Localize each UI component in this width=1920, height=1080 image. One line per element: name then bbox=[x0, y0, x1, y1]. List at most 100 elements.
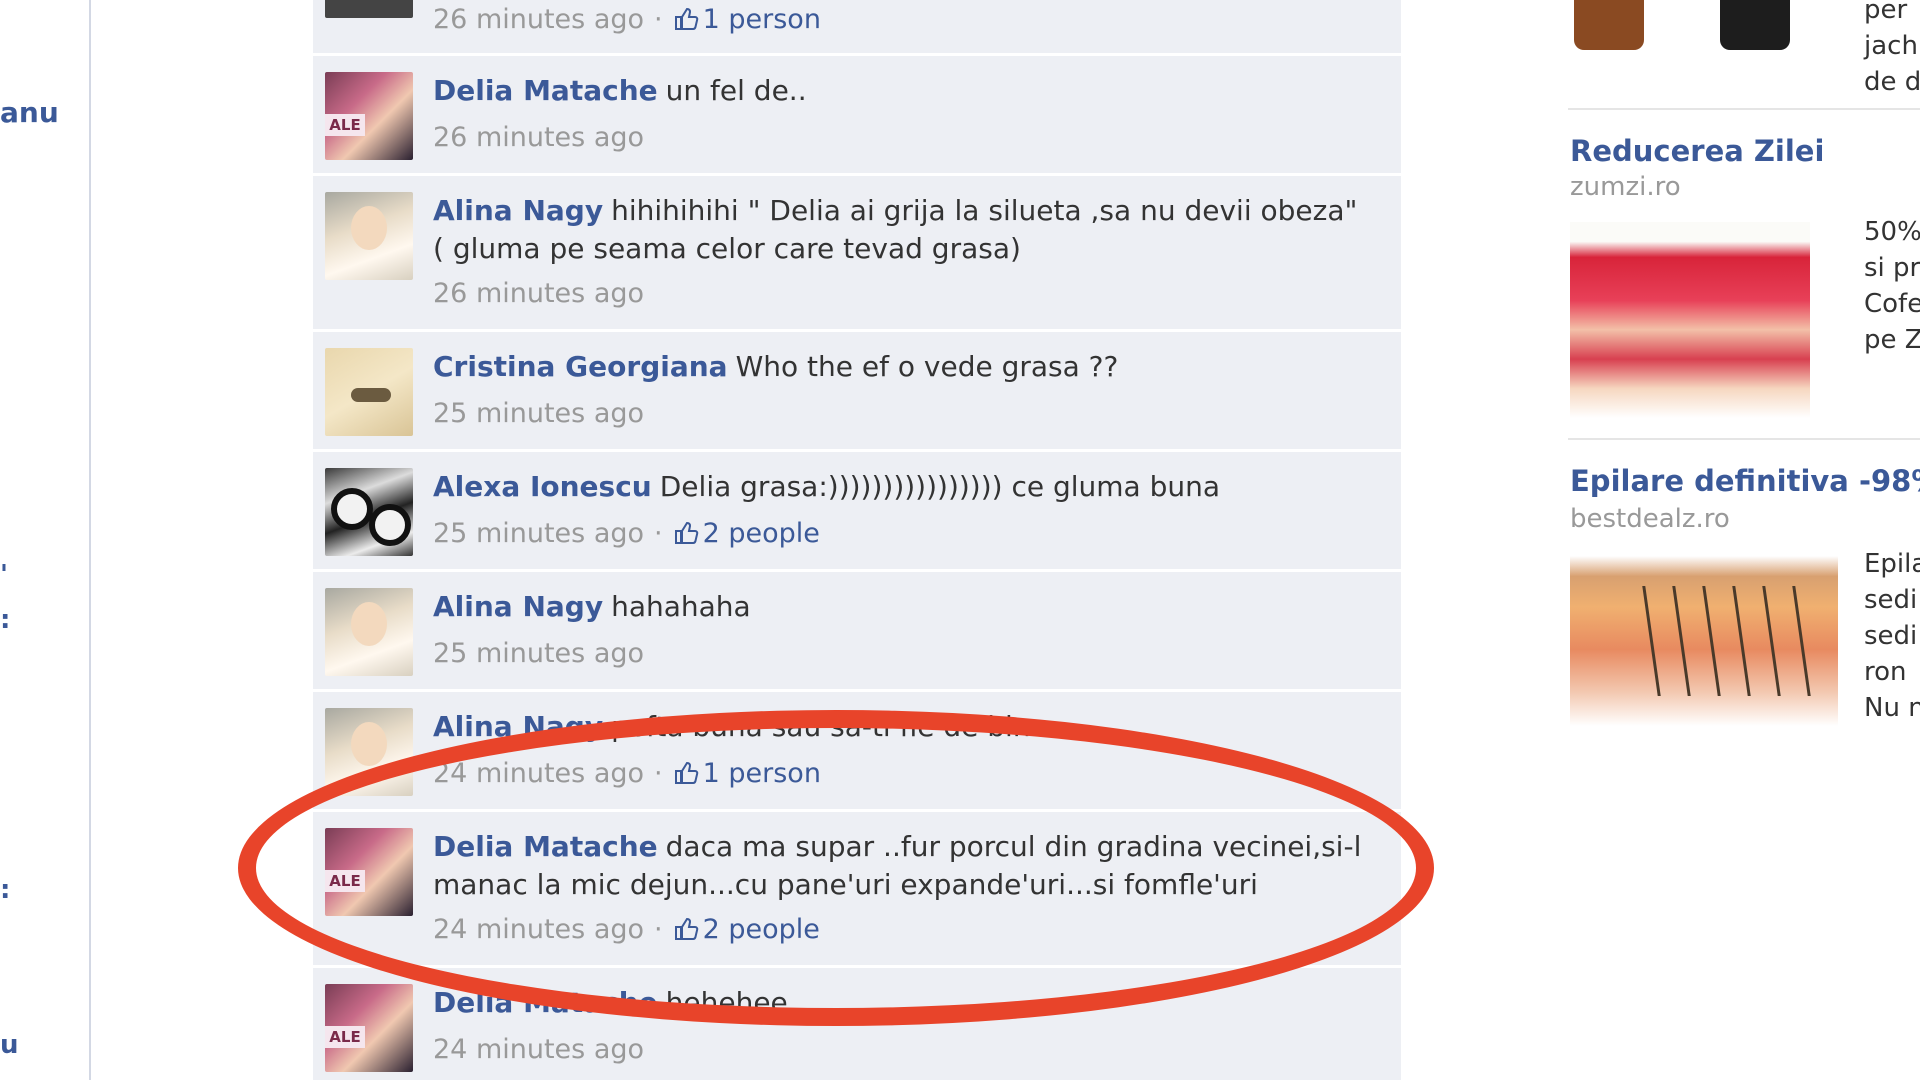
comment-text: Who the ef o vede grasa ?? bbox=[735, 350, 1119, 383]
ad-body-line: ron bbox=[1864, 657, 1907, 687]
like-count: 1 person bbox=[702, 758, 821, 789]
comment-author-link[interactable]: Alina Nagy bbox=[433, 590, 603, 623]
comment-body: Alina Nagy pofta buna sau sa-ti fie de bi… bbox=[433, 708, 1377, 746]
thumbs-up-icon bbox=[674, 917, 698, 940]
comment-meta: 26 minutes ago bbox=[433, 278, 644, 309]
comment-item: 26 minutes ago · 1 person bbox=[313, 0, 1401, 56]
ad-body-line: Epila bbox=[1864, 549, 1920, 579]
comment-item: Alina Nagy pofta buna sau sa-ti fie de bi… bbox=[313, 692, 1401, 812]
comment-author-link[interactable]: Delia Matache bbox=[433, 830, 658, 863]
ad-title-link[interactable]: Reducerea Zilei bbox=[1570, 134, 1824, 168]
comment-meta: 24 minutes ago bbox=[433, 1034, 644, 1065]
comment-author-link[interactable]: Cristina Georgiana bbox=[433, 350, 728, 383]
comment-timestamp[interactable]: 26 minutes ago bbox=[433, 122, 644, 153]
ad-divider bbox=[1568, 438, 1920, 440]
comment-item: Alexa Ionescu Delia grasa:)))))))))))))))… bbox=[313, 452, 1401, 572]
comment-timestamp[interactable]: 24 minutes ago bbox=[433, 914, 644, 945]
comment-body: Delia Matache daca ma supar ..fur porcul … bbox=[433, 828, 1377, 904]
left-nav: anu ' : : u bbox=[0, 0, 91, 1080]
ad-body-line: de d bbox=[1864, 67, 1920, 97]
thumbs-up-icon bbox=[674, 761, 698, 784]
ad-image-jackets[interactable] bbox=[1570, 0, 1840, 60]
comment-body: Alina Nagy hihihihihi " Delia ai grija la… bbox=[433, 192, 1377, 268]
like-count-link[interactable]: 1 person bbox=[673, 758, 821, 789]
ad-body-line: per bbox=[1864, 0, 1908, 25]
comment-item: Alina Nagy hihihihihi " Delia ai grija la… bbox=[313, 176, 1401, 332]
comment-body: Delia Matache un fel de.. bbox=[433, 72, 1377, 110]
comment-text: pofta buna sau sa-ti fie de bine bbox=[611, 710, 1048, 743]
thumbs-up-icon bbox=[674, 7, 698, 30]
comment-body: Delia Matache hehehee bbox=[433, 984, 1377, 1022]
comment-meta: 26 minutes ago · 1 person bbox=[433, 4, 821, 35]
comment-meta: 24 minutes ago · 2 people bbox=[433, 914, 820, 945]
left-nav-border bbox=[89, 0, 91, 1080]
comment-body: Alexa Ionescu Delia grasa:)))))))))))))))… bbox=[433, 468, 1377, 506]
ad-title-link[interactable]: Epilare definitiva -98% bbox=[1570, 464, 1920, 498]
comment-timestamp[interactable]: 25 minutes ago bbox=[433, 518, 644, 549]
ad-domain: bestdealz.ro bbox=[1570, 504, 1730, 534]
comment-author-link[interactable]: Alexa Ionescu bbox=[433, 470, 652, 503]
ad-body: 50% si pr Cofe pe Z bbox=[1864, 214, 1920, 358]
ad-body-line: Cofe bbox=[1864, 289, 1920, 319]
avatar[interactable]: ALE bbox=[325, 72, 413, 160]
comment-author-link[interactable]: Alina Nagy bbox=[433, 710, 603, 743]
comment-text: hehehee bbox=[665, 986, 788, 1019]
like-count-link[interactable]: 1 person bbox=[673, 4, 821, 35]
avatar[interactable] bbox=[325, 708, 413, 796]
comment-meta: 24 minutes ago · 1 person bbox=[433, 758, 821, 789]
comment-text: Delia grasa:)))))))))))))))) ce gluma bu… bbox=[659, 470, 1221, 503]
left-nav-mark: ' bbox=[0, 560, 8, 590]
comment-text: hahahaha bbox=[611, 590, 751, 623]
ad-image-cake[interactable] bbox=[1570, 222, 1810, 418]
avatar[interactable]: ALE bbox=[325, 984, 413, 1072]
ad-image-skin-diagram[interactable] bbox=[1570, 556, 1838, 726]
left-nav-profile-link[interactable]: anu bbox=[0, 96, 59, 129]
left-nav-link[interactable]: u bbox=[0, 1030, 19, 1060]
ad-body: per jach de d bbox=[1864, 0, 1920, 100]
comment-timestamp[interactable]: 26 minutes ago bbox=[433, 278, 644, 309]
comment-meta: 25 minutes ago bbox=[433, 638, 644, 669]
comment-meta: 26 minutes ago bbox=[433, 122, 644, 153]
comment-timestamp[interactable]: 24 minutes ago bbox=[433, 758, 644, 789]
avatar[interactable] bbox=[325, 588, 413, 676]
like-count: 2 people bbox=[702, 518, 820, 549]
ads-column: per jach de d Reducerea Zilei zumzi.ro 5… bbox=[1568, 0, 1920, 1080]
comment-item: ALE Delia Matache un fel de.. 26 minutes … bbox=[313, 56, 1401, 176]
comment-author-link[interactable]: Delia Matache bbox=[433, 986, 658, 1019]
ad-body-line: Nu n bbox=[1864, 693, 1920, 723]
comment-author-link[interactable]: Delia Matache bbox=[433, 74, 658, 107]
like-count: 2 people bbox=[702, 914, 820, 945]
ad-domain: zumzi.ro bbox=[1570, 172, 1681, 202]
comment-meta: 25 minutes ago · 2 people bbox=[433, 518, 820, 549]
like-count-link[interactable]: 2 people bbox=[673, 518, 820, 549]
comment-timestamp[interactable]: 24 minutes ago bbox=[433, 1034, 644, 1065]
comment-thread: 26 minutes ago · 1 person ALE Delia Matach… bbox=[313, 0, 1401, 1080]
avatar[interactable]: ALE bbox=[325, 828, 413, 916]
comment-item: Cristina Georgiana Who the ef o vede gras… bbox=[313, 332, 1401, 452]
like-count: 1 person bbox=[702, 4, 821, 35]
ad-divider bbox=[1568, 108, 1920, 110]
ad-body-line: sedi bbox=[1864, 585, 1918, 615]
comment-item-highlighted: ALE Delia Matache daca ma supar ..fur por… bbox=[313, 812, 1401, 968]
comment-item: Alina Nagy hahahaha 25 minutes ago bbox=[313, 572, 1401, 692]
ad-body-line: jach bbox=[1864, 31, 1918, 61]
ad-body-line: pe Z bbox=[1864, 325, 1920, 355]
comment-author-link[interactable]: Alina Nagy bbox=[433, 194, 603, 227]
comment-item: ALE Delia Matache hehehee 24 minutes ago bbox=[313, 968, 1401, 1080]
comment-meta: 25 minutes ago bbox=[433, 398, 644, 429]
avatar[interactable] bbox=[325, 348, 413, 436]
ad-body-line: 50% bbox=[1864, 217, 1920, 247]
comment-timestamp[interactable]: 26 minutes ago bbox=[433, 4, 644, 35]
comment-body: Cristina Georgiana Who the ef o vede gras… bbox=[433, 348, 1377, 386]
comment-body: Alina Nagy hahahaha bbox=[433, 588, 1377, 626]
comment-text: un fel de.. bbox=[665, 74, 807, 107]
comment-timestamp[interactable]: 25 minutes ago bbox=[433, 638, 644, 669]
comment-timestamp[interactable]: 25 minutes ago bbox=[433, 398, 644, 429]
like-count-link[interactable]: 2 people bbox=[673, 914, 820, 945]
thumbs-up-icon bbox=[674, 521, 698, 544]
avatar[interactable] bbox=[325, 192, 413, 280]
ad-body-line: si pr bbox=[1864, 253, 1920, 283]
avatar[interactable] bbox=[325, 468, 413, 556]
avatar[interactable] bbox=[325, 0, 413, 18]
ad-body-line: sedi bbox=[1864, 621, 1918, 651]
